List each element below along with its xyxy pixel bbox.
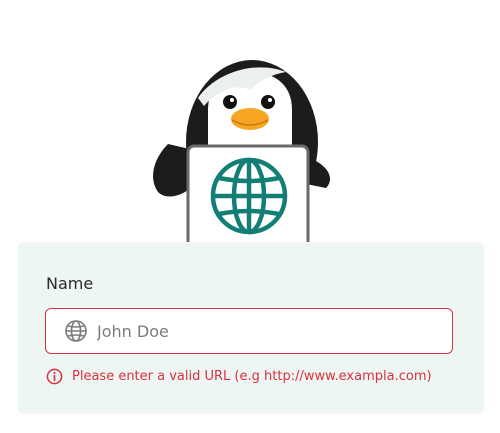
url-input[interactable] (97, 321, 417, 341)
penguin-mascot (153, 60, 330, 250)
form-card: Name Please enter a valid URL (e.g http:… (18, 242, 484, 414)
globe-icon (210, 157, 288, 235)
globe-icon (65, 320, 87, 342)
penguin-beak (231, 108, 269, 130)
penguin-eye-right (261, 95, 275, 109)
info-circle-icon (46, 368, 63, 385)
error-message: Please enter a valid URL (e.g http://www… (46, 368, 432, 385)
url-input-field[interactable] (45, 308, 453, 354)
penguin-eye-left (223, 95, 237, 109)
error-text: Please enter a valid URL (e.g http://www… (72, 369, 432, 384)
name-field-label: Name (46, 274, 94, 293)
